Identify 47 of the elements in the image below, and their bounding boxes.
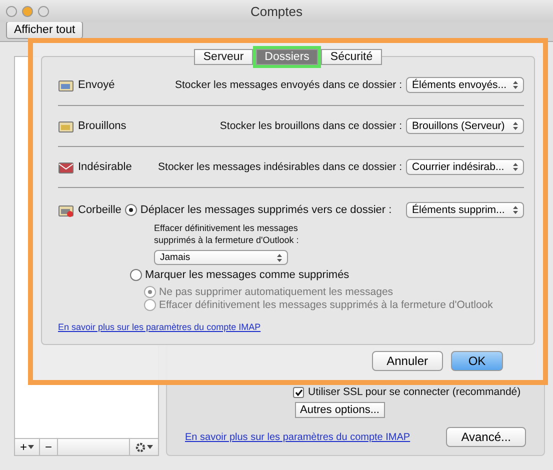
up-down-arrows-icon (513, 206, 518, 214)
tab[interactable]: Sécurité (321, 49, 382, 65)
tab[interactable]: Serveur (194, 49, 253, 65)
help-link[interactable]: En savoir plus sur les paramètres du compte IMAP (185, 432, 410, 442)
folder-label: Indésirable (78, 161, 132, 173)
up-down-arrows-icon (513, 81, 518, 89)
more-options-button[interactable]: Autres options... (295, 402, 384, 418)
advanced-button[interactable]: Avancé... (446, 427, 526, 447)
note-text: Effacer définitivement les messages supprimés à la fermeture d'Outlook : (154, 222, 300, 246)
minimize-button[interactable] (22, 6, 33, 16)
window-title: Comptes (249, 4, 304, 18)
checkmark-icon (294, 388, 302, 396)
folder-label: Corbeille (78, 204, 122, 216)
mark-option[interactable]: Marquer les messages comme supprimés (130, 269, 524, 282)
zoom-button[interactable] (38, 6, 49, 16)
trash-icon (58, 204, 74, 216)
folder-description: Stocker les brouillons dans ce dossier : (218, 120, 402, 132)
up-down-arrows-icon (513, 163, 518, 171)
folder-description: Stocker les messages envoyés dans ce dossier : (174, 79, 402, 91)
help-link[interactable]: En savoir plus sur les paramètres du compte IMAP (58, 322, 261, 332)
radio-button[interactable] (130, 269, 142, 282)
folder-popup[interactable]: Éléments envoyés... (406, 77, 524, 93)
tab[interactable]: Dossiers (256, 49, 318, 65)
radio-button[interactable] (125, 204, 138, 216)
folder-label: Envoyé (78, 79, 115, 91)
move-option[interactable]: Déplacer les messages supprimés vers ce dossier : (125, 204, 402, 216)
show-all-button[interactable]: Afficher tout (6, 21, 84, 39)
gear-icon (135, 442, 146, 452)
envelope-icon (58, 160, 74, 174)
delete-popup[interactable]: Jamais (154, 250, 288, 266)
folder-description: Stocker les messages indésirables dans ce dossier : (157, 161, 402, 173)
folder-icon (58, 120, 74, 132)
folder-popup[interactable]: Brouillons (Serveur) (406, 118, 524, 134)
caret-icon (28, 445, 34, 449)
folder-popup[interactable]: Courrier indésirab... (406, 159, 524, 175)
close-button[interactable] (6, 6, 17, 16)
add-button[interactable]: + (15, 439, 40, 455)
ok-button[interactable]: OK (451, 351, 503, 371)
folder-popup[interactable]: Éléments supprim... (406, 202, 524, 218)
folder-icon (58, 78, 74, 92)
remove-button[interactable]: − (40, 439, 58, 455)
up-down-arrows-icon (277, 254, 282, 262)
folder-label: Brouillons (78, 120, 126, 132)
ssl-checkbox[interactable]: Utiliser SSL pour se connecter (recommandé) (293, 386, 526, 398)
caret-icon (147, 445, 153, 449)
cancel-button[interactable]: Annuler (372, 351, 443, 371)
up-down-arrows-icon (513, 122, 518, 130)
